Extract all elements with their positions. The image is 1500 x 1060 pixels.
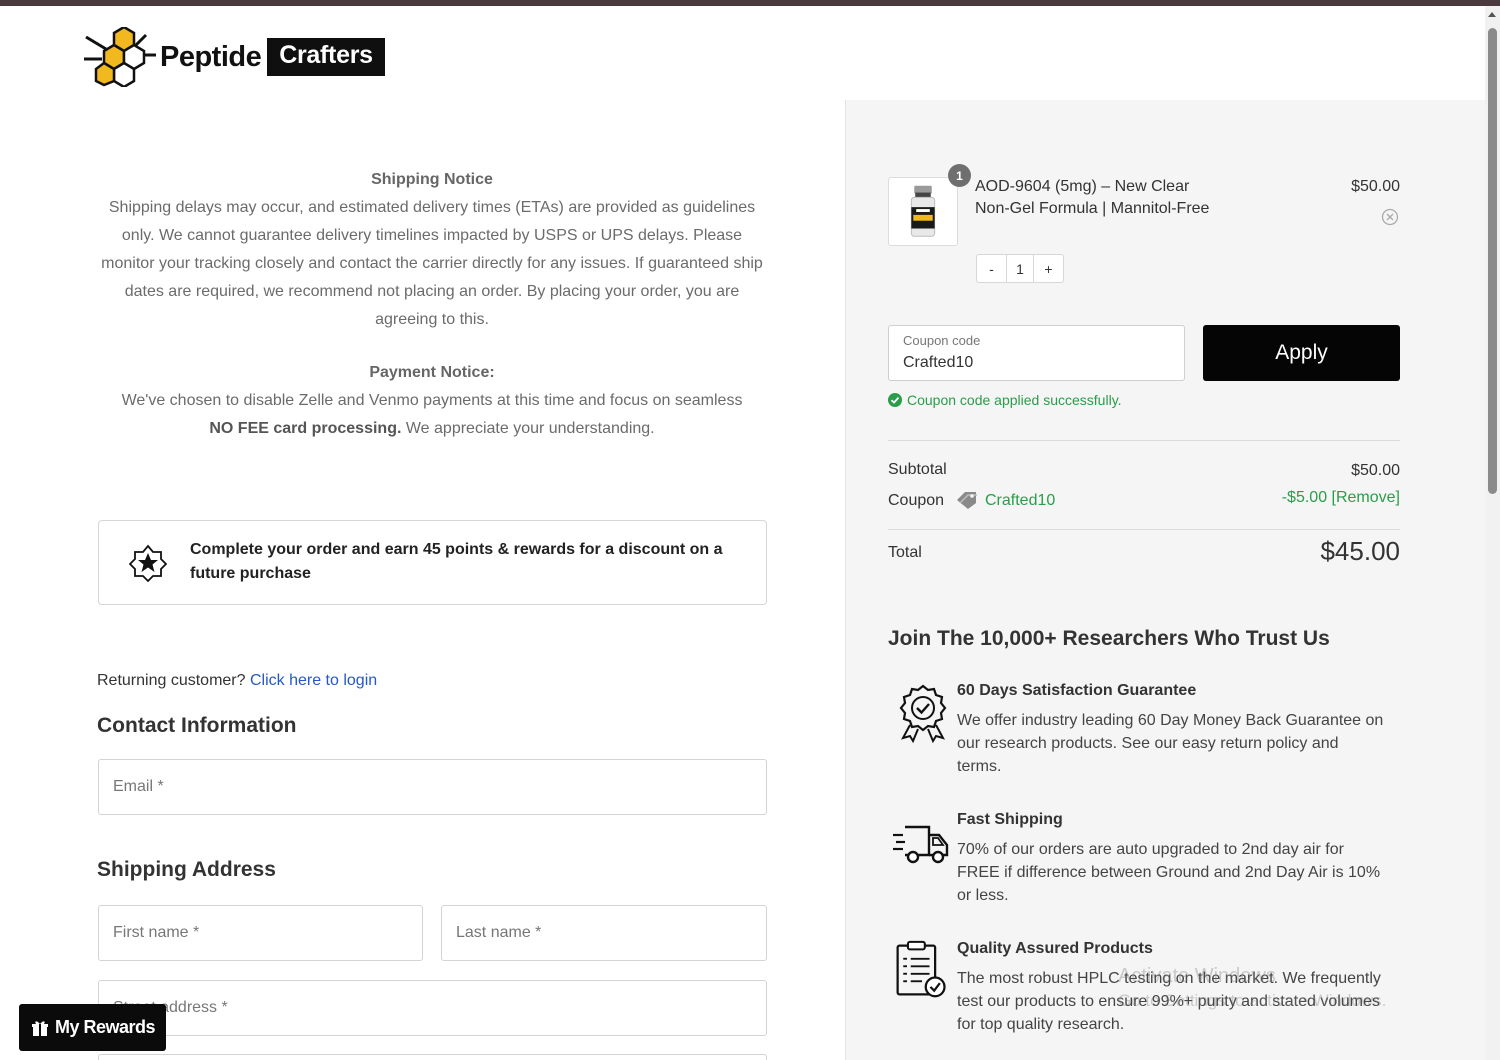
delivery-truck-icon — [893, 825, 949, 864]
windows-activation-watermark-sub: Go to Settings to activate Windows. — [1118, 991, 1387, 1010]
first-name-input[interactable] — [99, 906, 422, 960]
quantity-stepper: - 1 + — [976, 254, 1064, 283]
remove-item-icon[interactable] — [1381, 208, 1399, 226]
quantity-value[interactable]: 1 — [1006, 255, 1034, 282]
coupon-code-input[interactable]: Crafted10 — [903, 354, 973, 372]
trust-item-guarantee-heading: 60 Days Satisfaction Guarantee — [957, 682, 1197, 699]
honeycomb-logo-icon — [84, 27, 156, 87]
subtotal-value: $50.00 — [1351, 462, 1400, 479]
last-name-field[interactable] — [441, 905, 767, 961]
checklist-icon — [896, 940, 946, 998]
coupon-success-text: Coupon code applied successfully. — [907, 392, 1122, 408]
email-input[interactable] — [99, 760, 766, 814]
my-rewards-label: My Rewards — [55, 1017, 156, 1037]
guarantee-badge-icon — [899, 684, 947, 743]
last-name-input[interactable] — [442, 906, 766, 960]
apply-coupon-button[interactable]: Apply — [1203, 325, 1400, 381]
browser-top-strip — [0, 0, 1500, 6]
payment-notice: Payment Notice: We've chosen to disable … — [97, 359, 767, 443]
address-line-2-field[interactable] — [98, 1054, 767, 1060]
returning-customer-prompt: Returning customer? Click here to login — [97, 672, 377, 690]
windows-activation-watermark: Activate Windows — [1118, 965, 1276, 987]
trust-section-title: Join The 10,000+ Researchers Who Trust U… — [888, 627, 1330, 650]
total-value: $45.00 — [1320, 536, 1400, 566]
summary-divider-top — [888, 440, 1400, 441]
payment-notice-title: Payment Notice: — [369, 364, 495, 381]
rewards-banner-text: Complete your order and earn 45 points &… — [190, 541, 723, 582]
item-price: $50.00 — [1351, 178, 1400, 195]
quantity-decrement-button[interactable]: - — [977, 255, 1006, 282]
vial-image-icon — [910, 185, 936, 237]
my-rewards-button[interactable]: My Rewards — [19, 1004, 166, 1051]
trust-item-guarantee-body: We offer industry leading 60 Day Money B… — [957, 712, 1384, 775]
payment-notice-text-1: We've chosen to disable Zelle and Venmo … — [121, 392, 743, 409]
star-badge-icon — [129, 544, 167, 582]
returning-customer-text: Returning customer? — [97, 672, 250, 689]
logo-word-peptide: Peptide — [160, 40, 262, 73]
check-circle-icon — [888, 393, 902, 407]
logo-word-crafters: Crafters — [267, 38, 385, 76]
summary-divider-bottom — [888, 529, 1400, 530]
payment-notice-body: We've chosen to disable Zelle and Venmo … — [97, 387, 767, 443]
scrollbar-thumb[interactable] — [1488, 28, 1497, 494]
item-quantity-badge: 1 — [948, 164, 971, 187]
subtotal-label: Subtotal — [888, 461, 947, 478]
coupon-code-field[interactable]: Coupon code Crafted10 — [888, 325, 1185, 381]
coupon-discount-remove[interactable]: -$5.00 [Remove] — [1200, 489, 1400, 507]
coupon-success-message: Coupon code applied successfully. — [888, 392, 1122, 408]
email-field[interactable] — [98, 759, 767, 815]
quantity-increment-button[interactable]: + — [1034, 255, 1063, 282]
page-scrollbar[interactable] — [1485, 6, 1500, 1060]
trust-item-shipping-body: 70% of our orders are auto upgraded to 2… — [957, 841, 1381, 904]
street-address-input[interactable] — [99, 981, 766, 1035]
rewards-points-banner: Complete your order and earn 45 points &… — [98, 520, 767, 605]
shipping-address-title: Shipping Address — [97, 858, 276, 881]
payment-notice-bold: NO FEE card processing. — [209, 420, 402, 437]
shipping-notice-body: Shipping delays may occur, and estimated… — [101, 199, 763, 328]
applied-coupon-code: Crafted10 — [985, 492, 1056, 509]
street-address-field[interactable] — [98, 980, 767, 1036]
contact-information-title: Contact Information — [97, 714, 297, 737]
total-label: Total — [888, 544, 922, 561]
shipping-notice-title: Shipping Notice — [371, 171, 493, 188]
item-name: AOD-9604 (5mg) – New Clear Non-Gel Formu… — [975, 178, 1210, 217]
coupon-row-label: Coupon — [888, 492, 945, 509]
coupon-code-label: Coupon code — [903, 333, 981, 348]
trust-item-quality-heading: Quality Assured Products — [957, 940, 1153, 957]
trust-item-shipping-heading: Fast Shipping — [957, 811, 1063, 828]
login-link[interactable]: Click here to login — [250, 672, 377, 689]
price-tag-icon — [957, 492, 977, 509]
payment-notice-text-2: We appreciate your understanding. — [401, 420, 655, 437]
product-thumbnail — [888, 177, 958, 246]
scroll-up-arrow-icon[interactable] — [1488, 12, 1496, 17]
shipping-notice: Shipping Notice Shipping delays may occu… — [97, 166, 767, 334]
site-logo[interactable]: Peptide Crafters — [84, 26, 385, 88]
first-name-field[interactable] — [98, 905, 423, 961]
gift-icon — [32, 1020, 48, 1036]
